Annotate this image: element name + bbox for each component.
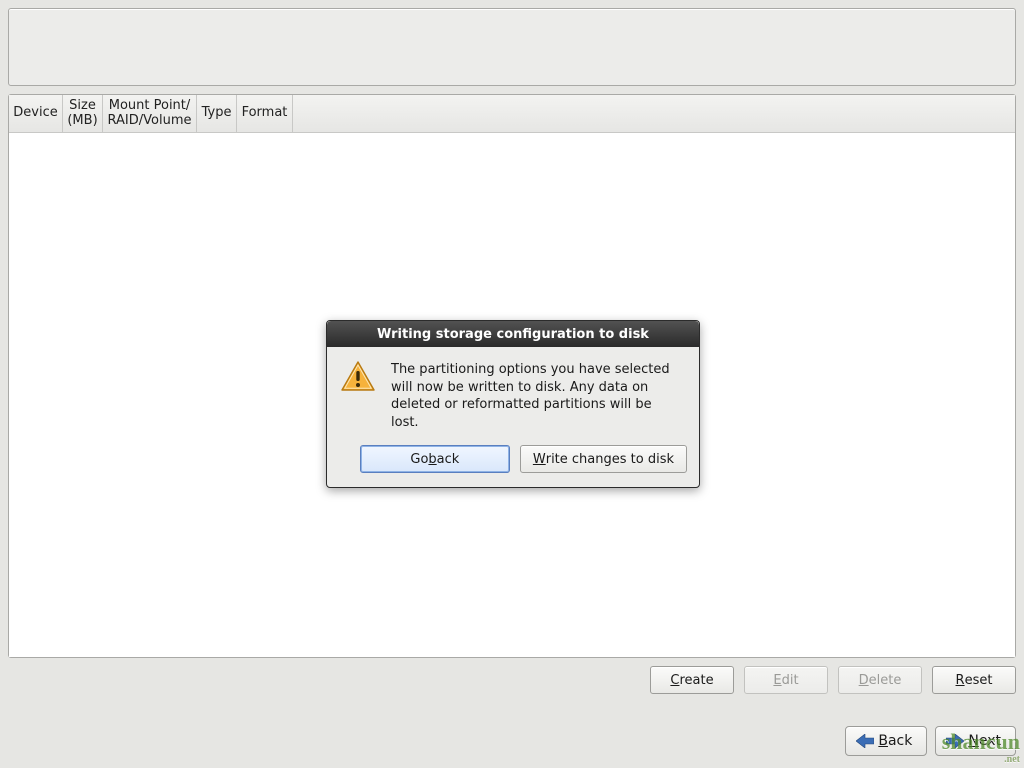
- wizard-nav-row: Back Next: [845, 726, 1016, 756]
- create-button[interactable]: Create: [650, 666, 734, 694]
- column-mount[interactable]: Mount Point/ RAID/Volume: [103, 95, 197, 132]
- column-format[interactable]: Format: [237, 95, 293, 132]
- next-button-label: Next: [968, 733, 1001, 749]
- write-changes-button[interactable]: Write changes to disk: [520, 445, 687, 473]
- column-device[interactable]: Device: [9, 95, 63, 132]
- delete-button: Delete: [838, 666, 922, 694]
- column-spacer: [293, 95, 1015, 132]
- warning-icon: [341, 361, 377, 431]
- back-button[interactable]: Back: [845, 726, 927, 756]
- arrow-right-icon: [946, 734, 964, 748]
- watermark-sub: .net: [942, 755, 1020, 764]
- column-type[interactable]: Type: [197, 95, 237, 132]
- reset-button[interactable]: Reset: [932, 666, 1016, 694]
- next-button[interactable]: Next: [935, 726, 1016, 756]
- write-storage-dialog: Writing storage configuration to disk Th…: [326, 320, 700, 488]
- go-back-button[interactable]: Go back: [360, 445, 510, 473]
- partition-table-header: Device Size (MB) Mount Point/ RAID/Volum…: [9, 95, 1015, 133]
- dialog-message: The partitioning options you have select…: [391, 361, 683, 431]
- arrow-left-icon: [856, 734, 874, 748]
- dialog-title: Writing storage configuration to disk: [327, 321, 699, 347]
- back-button-label: Back: [878, 733, 912, 749]
- edit-button: Edit: [744, 666, 828, 694]
- partition-action-row: Create Edit Delete Reset: [8, 666, 1016, 698]
- column-size[interactable]: Size (MB): [63, 95, 103, 132]
- banner-panel: [8, 8, 1016, 86]
